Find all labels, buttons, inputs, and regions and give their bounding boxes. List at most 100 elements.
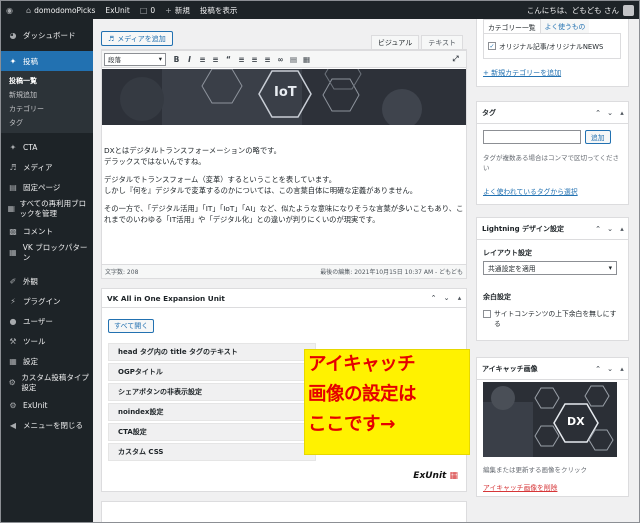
- margin-label: 余白設定: [483, 293, 511, 301]
- wp-logo-icon[interactable]: ◉: [1, 1, 21, 19]
- collapse-menu-button[interactable]: ◀ メニューを閉じる: [1, 415, 93, 435]
- submenu-tags[interactable]: タグ: [1, 116, 93, 130]
- last-edited: 最後の編集: 2021年10月15日 10:37 AM - どもども: [320, 269, 463, 276]
- exunit-row-head-title[interactable]: head タグ内の title タグのテキスト: [108, 343, 316, 361]
- tab-visual[interactable]: ビジュアル: [370, 35, 420, 49]
- tab-text[interactable]: テキスト: [421, 35, 463, 49]
- add-tag-button[interactable]: 追加: [585, 130, 611, 144]
- add-media-button[interactable]: ♬ メディアを追加: [101, 31, 173, 46]
- lightning-box-header[interactable]: Lightning デザイン設定 ⌃ ⌄ ▴: [477, 218, 628, 240]
- plus-icon: +: [165, 5, 172, 15]
- toolbar-toggle-icon[interactable]: ▦: [300, 55, 313, 64]
- editor-toolbar: 段落 ▾ B I ≡ ≡ “ ≡ ≡ ≡ ∞ ▤ ▦ ⤢: [102, 50, 466, 68]
- tag-box: タグ ⌃ ⌄ ▴ 追加 タグが複数ある場合はコンマで区切ってください よく使われてい…: [476, 101, 629, 205]
- post-hero-image[interactable]: IoT: [102, 69, 466, 125]
- toggle-arrow-icon[interactable]: ▴: [616, 365, 628, 373]
- sidebar-item-reusable-blocks[interactable]: ▦ すべての再利用ブロックを管理: [1, 197, 93, 221]
- sidebar-item-settings[interactable]: ▦ 設定: [1, 351, 93, 371]
- more-icon[interactable]: ▤: [287, 55, 300, 64]
- featured-image-box: アイキャッチ画像 ⌃ ⌄ ▴ DX 編集または更新する画像をクリック アイキャッチ画…: [476, 357, 629, 497]
- sidebar-item-media[interactable]: ♬ メディア: [1, 157, 93, 177]
- chevron-up-icon[interactable]: ⌃: [592, 225, 604, 233]
- margin-checkbox[interactable]: [483, 310, 491, 318]
- comment-icon: ▩: [9, 226, 17, 236]
- featured-image-thumbnail[interactable]: DX: [483, 382, 617, 457]
- post-content[interactable]: DXとはデジタルトランスフォーメーションの略です。 デラックスではないんですね。 …: [104, 145, 464, 232]
- tag-box-header[interactable]: タグ ⌃ ⌄ ▴: [477, 102, 628, 124]
- sidebar-item-plugins[interactable]: ⚡ プラグイン: [1, 291, 93, 311]
- callout-line-1: アイキャッチ: [308, 354, 416, 375]
- featured-image-header[interactable]: アイキャッチ画像 ⌃ ⌄ ▴: [477, 358, 628, 380]
- align-left-icon[interactable]: ≡: [235, 55, 248, 64]
- toggle-arrow-icon[interactable]: ▴: [453, 294, 466, 302]
- margin-checkbox-label: サイトコンテンツの上下余白を無しにする: [494, 310, 617, 328]
- exunit-row-noindex[interactable]: noindex設定: [108, 403, 316, 421]
- user-greeting[interactable]: こんにちは、どもども さん: [522, 1, 639, 19]
- toggle-arrow-icon[interactable]: ▴: [616, 109, 628, 117]
- exunit-row-custom-css[interactable]: カスタム CSS: [108, 443, 316, 461]
- category-checkbox[interactable]: ✓: [488, 42, 496, 50]
- chevron-down-icon[interactable]: ⌄: [604, 225, 616, 233]
- toggle-arrow-icon[interactable]: ▴: [616, 225, 628, 233]
- fullscreen-icon[interactable]: ⤢: [449, 54, 462, 64]
- blockquote-icon[interactable]: “: [222, 55, 235, 64]
- exunit-row-share-button[interactable]: シェアボタンの非表示設定: [108, 383, 316, 401]
- featured-image-title: アイキャッチ画像: [482, 364, 538, 373]
- sidebar-item-comments[interactable]: ▩ コメント: [1, 221, 93, 241]
- content-line-2: デラックスではないんですね。: [104, 157, 206, 166]
- chevron-up-icon[interactable]: ⌃: [592, 109, 604, 117]
- sidebar-item-exunit[interactable]: ⚙ ExUnit: [1, 395, 93, 415]
- collapse-icon: ◀: [9, 420, 17, 430]
- tag-input[interactable]: [483, 130, 581, 144]
- home-icon: ⌂: [25, 5, 32, 15]
- new-content-link[interactable]: + 新規: [160, 1, 195, 19]
- align-right-icon[interactable]: ≡: [261, 55, 274, 64]
- align-center-icon[interactable]: ≡: [248, 55, 261, 64]
- exunit-row-ogp-title[interactable]: OGPタイトル: [108, 363, 316, 381]
- sidebar-item-users[interactable]: ● ユーザー: [1, 311, 93, 331]
- tag-hint: タグが複数ある場合はコンマで区切ってください: [483, 154, 619, 172]
- tab-all-categories[interactable]: カテゴリー一覧: [483, 19, 541, 33]
- margin-option[interactable]: サイトコンテンツの上下余白を無しにする: [483, 309, 623, 329]
- sidebar-item-vk-block-patterns[interactable]: ▦ VK ブロックパターン: [1, 241, 93, 265]
- category-box: カテゴリー一覧 よく使うもの ✓ オリジナル記事/オリジナルNEWS + 新規カ…: [476, 19, 629, 87]
- bullet-list-icon[interactable]: ≡: [196, 55, 209, 64]
- format-select[interactable]: 段落 ▾: [104, 52, 166, 66]
- popular-tags-link[interactable]: よく使われているタグから選択: [483, 186, 578, 196]
- exunit-row-cta[interactable]: CTA設定: [108, 423, 316, 441]
- comments-link[interactable]: □ 0: [135, 1, 160, 19]
- bold-icon[interactable]: B: [170, 55, 183, 64]
- sidebar-item-tools[interactable]: ⚒ ツール: [1, 331, 93, 351]
- sidebar-item-cta[interactable]: ✦ CTA: [1, 137, 93, 157]
- chevron-up-icon[interactable]: ⌃: [592, 365, 604, 373]
- exunit-link[interactable]: ExUnit: [100, 1, 134, 19]
- view-post-link[interactable]: 投稿を表示: [195, 1, 243, 19]
- exunit-box-header[interactable]: VK All in One Expansion Unit ⌃ ⌄ ▴: [102, 289, 466, 308]
- add-new-category-link[interactable]: + 新規カテゴリーを追加: [483, 68, 561, 78]
- link-icon[interactable]: ∞: [274, 55, 287, 64]
- tab-popular-categories[interactable]: よく使うもの: [540, 19, 590, 33]
- chevron-down-icon[interactable]: ⌄: [440, 294, 453, 302]
- submenu-add-new[interactable]: 新規追加: [1, 88, 93, 102]
- submenu-all-posts[interactable]: 投稿一覧: [1, 74, 93, 88]
- category-item-label: オリジナル記事/オリジナルNEWS: [499, 43, 604, 51]
- numbered-list-icon[interactable]: ≡: [209, 55, 222, 64]
- sidebar-item-posts[interactable]: ✦ 投稿: [1, 51, 93, 71]
- remove-featured-image-link[interactable]: アイキャッチ画像を削除: [483, 482, 557, 492]
- content-line-3: デジタルでトランスフォーム（変革）するということを表しています。: [104, 175, 337, 184]
- chevron-down-icon[interactable]: ⌄: [604, 109, 616, 117]
- site-name-link[interactable]: ⌂ domodomoPicks: [21, 1, 100, 19]
- submenu-categories[interactable]: カテゴリー: [1, 102, 93, 116]
- sidebar-item-cpt-settings[interactable]: ⚙ カスタム投稿タイプ設定: [1, 371, 93, 395]
- italic-icon[interactable]: I: [183, 55, 196, 64]
- category-list: ✓ オリジナル記事/オリジナルNEWS: [483, 33, 621, 59]
- layout-select[interactable]: 共通設定を適用 ▾: [483, 261, 617, 275]
- chevron-down-icon[interactable]: ⌄: [604, 365, 616, 373]
- settings-icon: ▦: [9, 356, 17, 366]
- open-all-button[interactable]: すべて開く: [108, 319, 155, 333]
- featured-image-hint: 編集または更新する画像をクリック: [483, 466, 587, 474]
- sidebar-item-dashboard[interactable]: ◕ ダッシュボード: [1, 25, 93, 45]
- sidebar-item-pages[interactable]: ▤ 固定ページ: [1, 177, 93, 197]
- sidebar-item-appearance[interactable]: ✐ 外観: [1, 271, 93, 291]
- chevron-up-icon[interactable]: ⌃: [427, 294, 440, 302]
